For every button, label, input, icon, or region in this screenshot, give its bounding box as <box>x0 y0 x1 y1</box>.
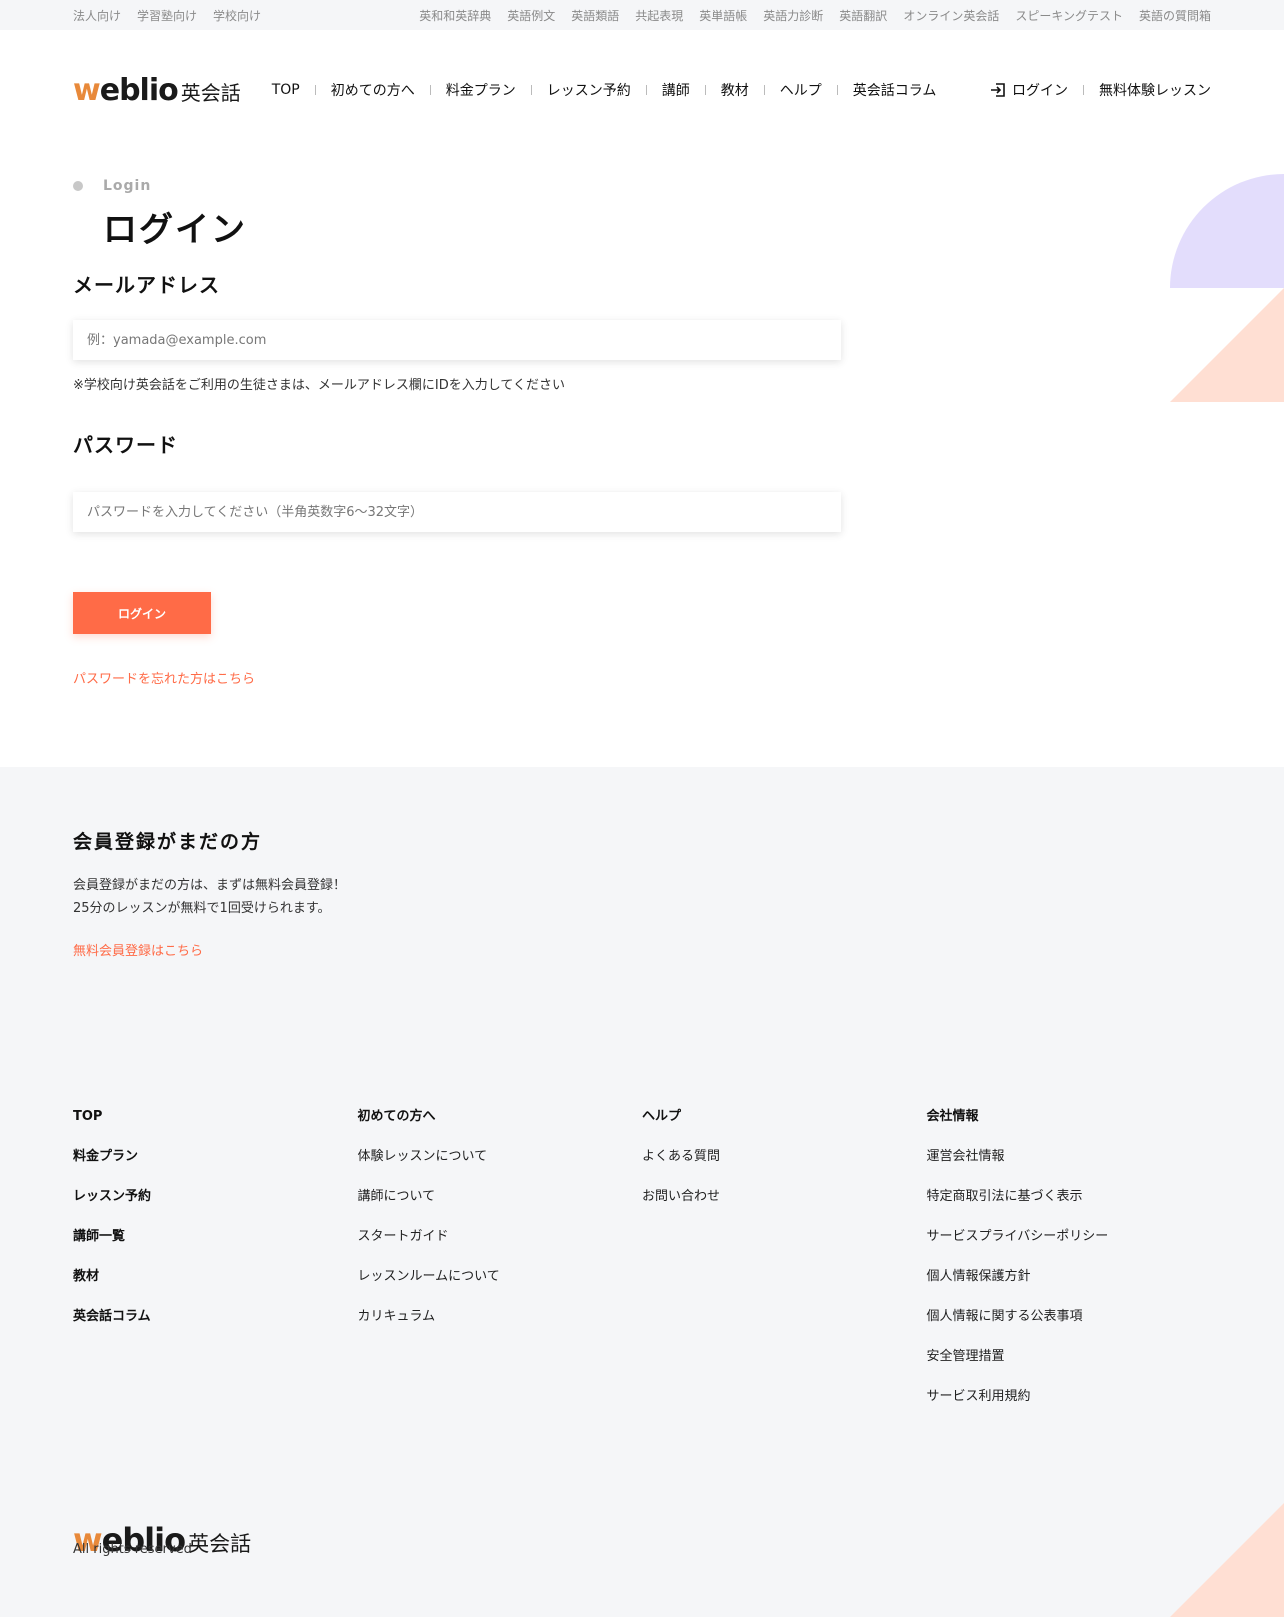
footer-link-about-tutors[interactable]: 講師について <box>358 1187 643 1227</box>
register-link[interactable]: 無料会員登録はこちら <box>73 940 203 959</box>
footer-link-personal-info-disclosure[interactable]: 個人情報に関する公表事項 <box>927 1307 1212 1347</box>
header-actions: ログイン 無料体験レッスン <box>990 80 1211 100</box>
register-section: 会員登録がまだの方 会員登録がまだの方は、まずは無料会員登録！ 25分のレッスン… <box>0 767 1284 1107</box>
nav-divider <box>530 85 532 95</box>
forgot-password-link[interactable]: パスワードを忘れた方はこちら <box>73 668 255 687</box>
register-line-2: 25分のレッスンが無料で1回受けられます。 <box>73 901 331 916</box>
register-title: 会員登録がまだの方 <box>73 831 263 853</box>
utility-link-translation[interactable]: 英語翻訳 <box>839 7 887 24</box>
footer-link-column[interactable]: 英会話コラム <box>73 1307 358 1347</box>
footer-link-booking[interactable]: レッスン予約 <box>73 1187 358 1227</box>
utility-link-corporate[interactable]: 法人向け <box>73 7 121 24</box>
nav-materials[interactable]: 教材 <box>721 80 749 100</box>
footer-link-personal-info-policy[interactable]: 個人情報保護方針 <box>927 1267 1212 1307</box>
footer-link-curriculum[interactable]: カリキュラム <box>358 1307 643 1347</box>
footer-link-pricing[interactable]: 料金プラン <box>73 1147 358 1187</box>
header-login-label: ログイン <box>1012 83 1068 99</box>
utility-link-collocations[interactable]: 共起表現 <box>635 7 683 24</box>
footer-link-contact[interactable]: お問い合わせ <box>642 1187 927 1227</box>
nav-divider <box>763 85 765 95</box>
email-field[interactable] <box>73 320 841 360</box>
nav-pricing[interactable]: 料金プラン <box>446 80 516 100</box>
footer-link-first-time[interactable]: 初めての方へ <box>358 1107 643 1147</box>
utility-link-cram-school[interactable]: 学習塾向け <box>137 7 197 24</box>
nav-first-time[interactable]: 初めての方へ <box>331 80 415 100</box>
footer-link-top[interactable]: TOP <box>73 1107 358 1147</box>
nav-divider <box>1083 85 1084 95</box>
logo-eblio: eblio <box>99 72 179 108</box>
footer-link-tutor-list[interactable]: 講師一覧 <box>73 1227 358 1267</box>
utility-link-level-test[interactable]: 英語力診断 <box>763 7 823 24</box>
nav-divider <box>836 85 838 95</box>
nav-top[interactable]: TOP <box>272 82 300 98</box>
login-button[interactable]: ログイン <box>73 592 211 634</box>
weblio-logo[interactable]: w eblio 英会話 <box>73 73 241 108</box>
header-trial-link[interactable]: 無料体験レッスン <box>1099 80 1211 100</box>
copyright: All rights reserved <box>73 1542 192 1557</box>
eyebrow-dot <box>73 181 83 191</box>
email-label: メールアドレス <box>73 273 220 297</box>
site-footer: TOP 料金プラン レッスン予約 講師一覧 教材 英会話コラム 初めての方へ 体… <box>0 1107 1284 1617</box>
footer-link-commercial-law[interactable]: 特定商取引法に基づく表示 <box>927 1187 1212 1227</box>
utility-link-online-english[interactable]: オンライン英会話 <box>903 7 999 24</box>
page-title: ログイン <box>103 210 247 250</box>
header-login-link[interactable]: ログイン <box>990 80 1068 100</box>
site-header: w eblio 英会話 TOP 初めての方へ 料金プラン レッスン予約 講師 教材 … <box>0 30 1284 150</box>
utility-link-question-box[interactable]: 英語の質問箱 <box>1139 7 1211 24</box>
nav-divider <box>704 85 706 95</box>
footer-link-faq[interactable]: よくある質問 <box>642 1147 927 1187</box>
login-section: Login ログイン メールアドレス ※学校向け英会話をご利用の生徒さまは、メー… <box>0 150 1284 767</box>
utility-bar: 法人向け 学習塾向け 学校向け 英和和英辞典 英語例文 英語類語 共起表現 英単… <box>0 0 1284 30</box>
logo-jp: 英会話 <box>180 80 241 105</box>
footer-col-help: ヘルプ よくある質問 お問い合わせ <box>642 1107 927 1427</box>
email-note: ※学校向け英会話をご利用の生徒さまは、メールアドレス欄にIDを入力してください <box>73 378 565 393</box>
logo-w: w <box>73 72 101 108</box>
footer-logo-jp: 英会話 <box>188 1532 252 1556</box>
footer-link-materials[interactable]: 教材 <box>73 1267 358 1307</box>
utility-link-wordbook[interactable]: 英単語帳 <box>699 7 747 24</box>
footer-link-columns: TOP 料金プラン レッスン予約 講師一覧 教材 英会話コラム 初めての方へ 体… <box>73 1107 1211 1427</box>
utility-link-dictionary[interactable]: 英和和英辞典 <box>419 7 491 24</box>
footer-link-terms[interactable]: サービス利用規約 <box>927 1387 1212 1427</box>
footer-link-trial-lesson[interactable]: 体験レッスンについて <box>358 1147 643 1187</box>
footer-col-main: TOP 料金プラン レッスン予約 講師一覧 教材 英会話コラム <box>73 1107 358 1427</box>
utility-link-speaking-test[interactable]: スピーキングテスト <box>1015 7 1123 24</box>
footer-link-start-guide[interactable]: スタートガイド <box>358 1227 643 1267</box>
password-label: パスワード <box>73 433 178 457</box>
nav-divider <box>314 85 316 95</box>
utility-link-synonyms[interactable]: 英語類語 <box>571 7 619 24</box>
footer-link-security-measures[interactable]: 安全管理措置 <box>927 1347 1212 1387</box>
nav-lesson-booking[interactable]: レッスン予約 <box>547 80 631 100</box>
login-icon <box>991 83 1005 97</box>
decorative-triangle-bottom <box>1170 1503 1284 1617</box>
footer-link-lesson-room[interactable]: レッスンルームについて <box>358 1267 643 1307</box>
footer-link-operator[interactable]: 運営会社情報 <box>927 1147 1212 1187</box>
footer-link-company[interactable]: 会社情報 <box>927 1107 1212 1147</box>
eyebrow-label: Login <box>103 178 152 194</box>
footer-col-company: 会社情報 運営会社情報 特定商取引法に基づく表示 サービスプライバシーポリシー … <box>927 1107 1212 1427</box>
nav-divider <box>429 85 431 95</box>
utility-right-links: 英和和英辞典 英語例文 英語類語 共起表現 英単語帳 英語力診断 英語翻訳 オン… <box>419 7 1211 24</box>
main-nav: TOP 初めての方へ 料金プラン レッスン予約 講師 教材 ヘルプ 英会話コラム <box>272 80 937 100</box>
nav-divider <box>645 85 647 95</box>
footer-link-privacy-policy[interactable]: サービスプライバシーポリシー <box>927 1227 1212 1267</box>
register-description: 会員登録がまだの方は、まずは無料会員登録！ 25分のレッスンが無料で1回受けられ… <box>73 874 1211 920</box>
page-eyebrow: Login <box>73 178 1211 194</box>
nav-help[interactable]: ヘルプ <box>780 80 822 100</box>
nav-tutors[interactable]: 講師 <box>662 80 690 100</box>
footer-col-first-time: 初めての方へ 体験レッスンについて 講師について スタートガイド レッスンルーム… <box>358 1107 643 1427</box>
utility-left-links: 法人向け 学習塾向け 学校向け <box>73 7 261 24</box>
utility-link-examples[interactable]: 英語例文 <box>507 7 555 24</box>
utility-link-school[interactable]: 学校向け <box>213 7 261 24</box>
register-line-1: 会員登録がまだの方は、まずは無料会員登録！ <box>73 878 347 893</box>
nav-column[interactable]: 英会話コラム <box>853 80 937 100</box>
footer-link-help[interactable]: ヘルプ <box>642 1107 927 1147</box>
password-field[interactable] <box>73 492 841 532</box>
